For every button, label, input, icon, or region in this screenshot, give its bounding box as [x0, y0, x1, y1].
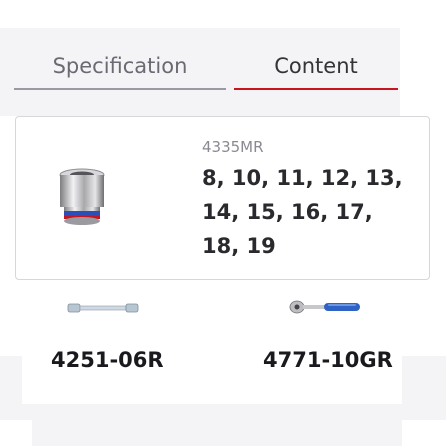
- socket-icon: [59, 168, 105, 225]
- product-card[interactable]: 4335MR 8, 10, 11, 12, 13, 14, 15, 16, 17…: [15, 116, 430, 280]
- tab-specification[interactable]: Specification: [14, 46, 226, 90]
- product-model: 4335MR: [202, 138, 264, 156]
- ratchet-handle-icon[interactable]: [288, 298, 362, 316]
- product-label-4771[interactable]: 4771-10GR: [263, 348, 393, 372]
- product-label-4251[interactable]: 4251-06R: [51, 348, 164, 372]
- extension-bar-icon[interactable]: [66, 300, 140, 316]
- background-panel-bottom: [32, 404, 402, 446]
- tab-bar: Specification Content: [14, 46, 398, 90]
- background-panel-right: [402, 356, 446, 420]
- tab-content[interactable]: Content: [234, 46, 398, 90]
- product-sizes: 8, 10, 11, 12, 13, 14, 15, 16, 17, 18, 1…: [202, 166, 403, 258]
